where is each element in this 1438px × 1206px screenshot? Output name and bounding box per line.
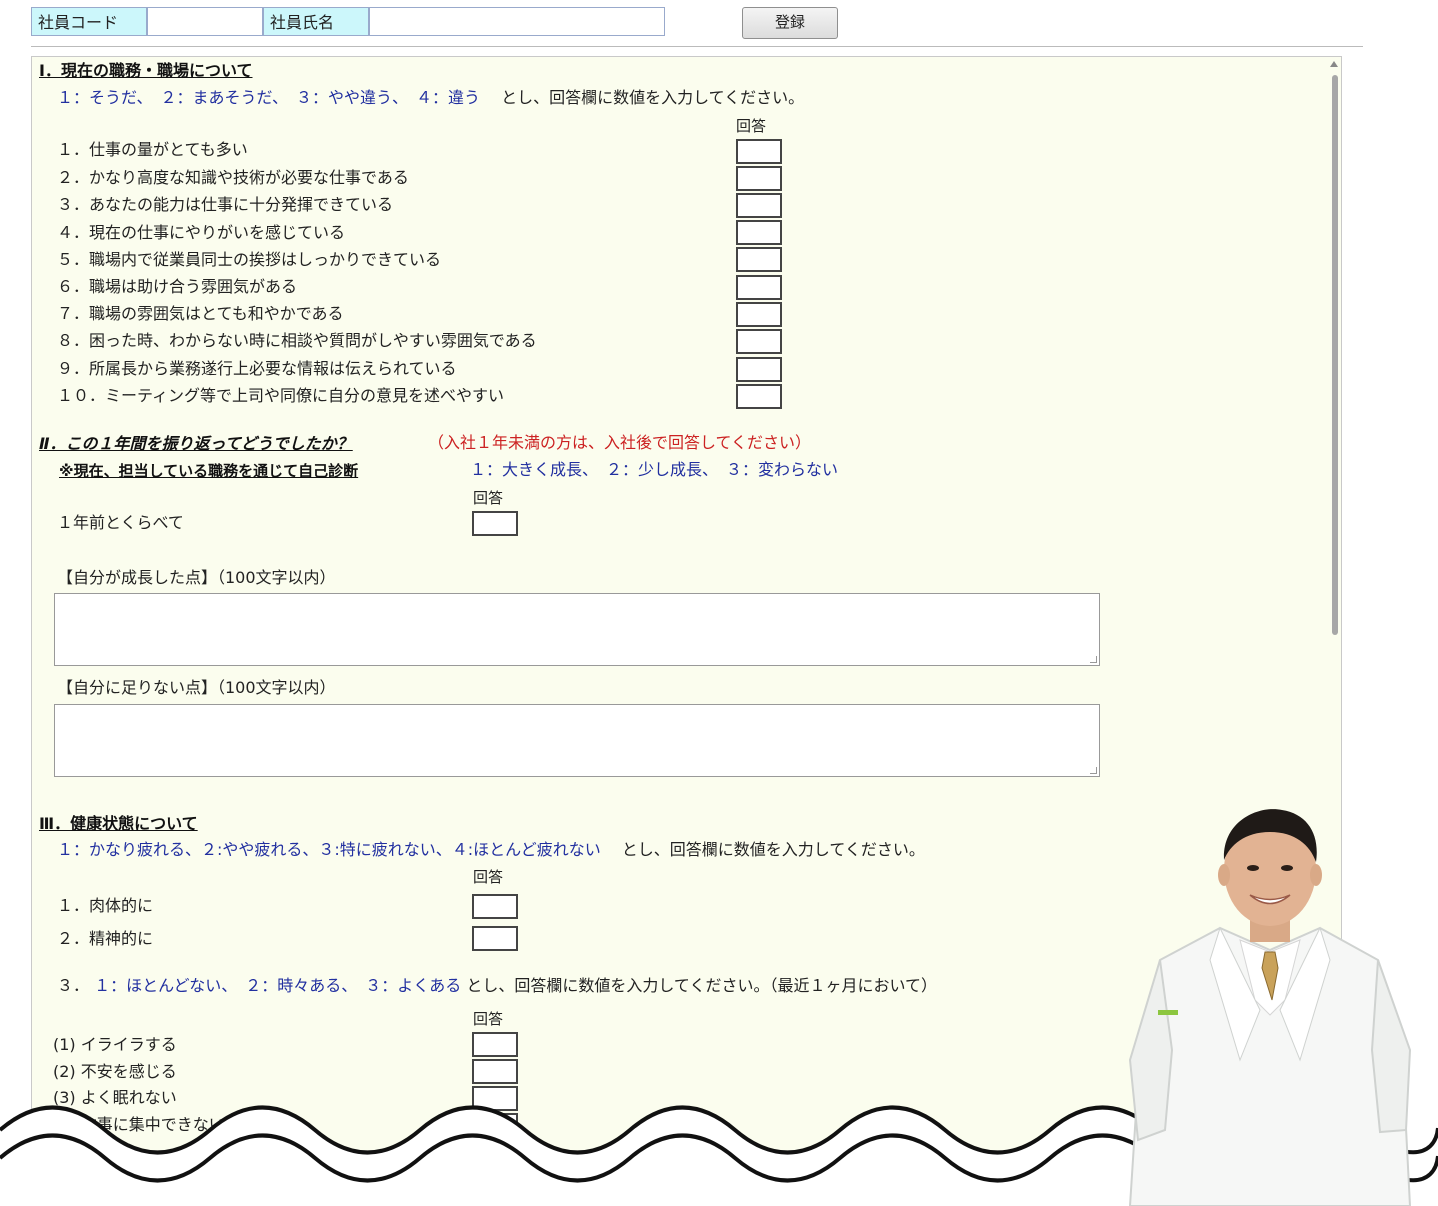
section2-title: Ⅱ．この１年間を振り返ってどうでしたか？ xyxy=(39,434,353,453)
section1-instruction-tail: とし、回答欄に数値を入力してください。 xyxy=(501,88,805,107)
section3-item-1: １．肉体的に xyxy=(57,896,154,915)
employee-code-label: 社員コード xyxy=(31,7,147,36)
doctor-illustration xyxy=(1128,809,1412,1206)
section3-q3-tail: とし、回答欄に数値を入力してください。（最近１ヶ月において） xyxy=(466,976,937,995)
employee-header: 社員コード 社員氏名 登録 xyxy=(31,7,1371,39)
employee-name-label: 社員氏名 xyxy=(263,7,369,36)
section2-item: １年前とくらべて xyxy=(57,513,184,532)
employee-code-field[interactable] xyxy=(147,7,263,36)
section1-item-6: ６．職場は助け合う雰囲気がある xyxy=(57,277,298,296)
section1-answer-input-9[interactable] xyxy=(736,357,782,382)
lacking-label: 【自分に足りない点】（100文字以内） xyxy=(57,678,336,697)
growth-label: 【自分が成長した点】（100文字以内） xyxy=(57,568,336,587)
section1-item-10: １０．ミーティング等で上司や同僚に自分の意見を述べやすい xyxy=(57,386,505,405)
lacking-textarea[interactable] xyxy=(54,704,1100,777)
section1-scale: １：そうだ、 ２：まあそうだ、 ３：やや違う、 ４：違う xyxy=(57,88,481,107)
section3-item-2: ２．精神的に xyxy=(57,929,154,948)
section3-q3-answer-input-2[interactable] xyxy=(472,1059,518,1084)
section3-instruction: １：かなり疲れる、２:やや疲れる、３:特に疲れない、４:ほとんど疲れない とし、… xyxy=(57,840,925,860)
section2-subtitle: ※現在、担当している職務を通じて自己診断 xyxy=(59,462,359,480)
section3-q3-item-2: (2) 不安を感じる xyxy=(53,1062,177,1081)
section1-answer-input-8[interactable] xyxy=(736,329,782,354)
section1-item-3: ３．あなたの能力は仕事に十分発揮できている xyxy=(57,195,394,214)
resize-handle-icon[interactable] xyxy=(1090,656,1097,663)
section3-q3-item-1: (1) イライラする xyxy=(53,1035,177,1054)
section1-item-8: ８．困った時、わからない時に相談や質問がしやすい雰囲気である xyxy=(57,331,537,350)
section3-scale: １：かなり疲れる、２:やや疲れる、３:特に疲れない、４:ほとんど疲れない xyxy=(57,840,601,859)
section1-item-2: ２．かなり高度な知識や技術が必要な仕事である xyxy=(57,168,409,187)
section1-item-1: １．仕事の量がとても多い xyxy=(57,140,248,159)
scroll-up-icon[interactable] xyxy=(1330,61,1338,67)
section1-answer-input-7[interactable] xyxy=(736,302,782,327)
section1-item-4: ４．現在の仕事にやりがいを感じている xyxy=(57,223,346,242)
section3-answer-input-1[interactable] xyxy=(472,894,518,919)
section3-q3-scale: １：ほとんどない、 ２：時々ある、 ３：よくある xyxy=(94,976,462,995)
section3-answer-header: 回答 xyxy=(473,868,504,886)
section3-q3-num: ３． xyxy=(57,976,90,995)
section1-title: Ⅰ．現在の職務・職場について xyxy=(39,61,253,80)
section3-q3-answer-header: 回答 xyxy=(473,1010,504,1028)
section1-item-7: ７．職場の雰囲気はとても和やかである xyxy=(57,304,344,323)
section1-answer-input-5[interactable] xyxy=(736,247,782,272)
section3-instruction-tail: とし、回答欄に数値を入力してください。 xyxy=(621,840,925,859)
section3-answer-input-2[interactable] xyxy=(472,926,518,951)
section2-scale: １：大きく成長、 ２：少し成長、 ３：変わらない xyxy=(470,460,839,479)
section3-q3-answer-input-1[interactable] xyxy=(472,1032,518,1057)
header-divider xyxy=(31,46,1363,47)
section1-item-9: ９．所属長から業務遂行上必要な情報は伝えられている xyxy=(57,359,457,378)
register-button[interactable]: 登録 xyxy=(742,7,838,39)
section1-answer-input-1[interactable] xyxy=(736,139,782,164)
section1-answer-input-2[interactable] xyxy=(736,166,782,191)
section3-title: Ⅲ．健康状態について xyxy=(39,814,198,833)
section1-answer-input-3[interactable] xyxy=(736,193,782,218)
section2-note: （入社１年未満の方は、入社後で回答してください） xyxy=(428,433,812,452)
section2-answer-input[interactable] xyxy=(472,511,518,536)
employee-name-field[interactable] xyxy=(369,7,665,36)
growth-textarea[interactable] xyxy=(54,593,1100,666)
resize-handle-icon[interactable] xyxy=(1090,767,1097,774)
section1-answer-input-10[interactable] xyxy=(736,384,782,409)
section2-answer-header: 回答 xyxy=(473,489,504,507)
section1-answer-header: 回答 xyxy=(736,117,767,135)
scroll-thumb[interactable] xyxy=(1332,75,1338,635)
section3-q3: ３． １：ほとんどない、 ２：時々ある、 ３：よくある とし、回答欄に数値を入力… xyxy=(57,976,937,996)
section1-item-5: ５．職場内で従業員同士の挨拶はしっかりできている xyxy=(57,250,442,269)
section1-answer-input-4[interactable] xyxy=(736,220,782,245)
section1-instruction: １：そうだ、 ２：まあそうだ、 ３：やや違う、 ４：違う とし、回答欄に数値を入… xyxy=(57,88,804,108)
section1-answer-input-6[interactable] xyxy=(736,275,782,300)
